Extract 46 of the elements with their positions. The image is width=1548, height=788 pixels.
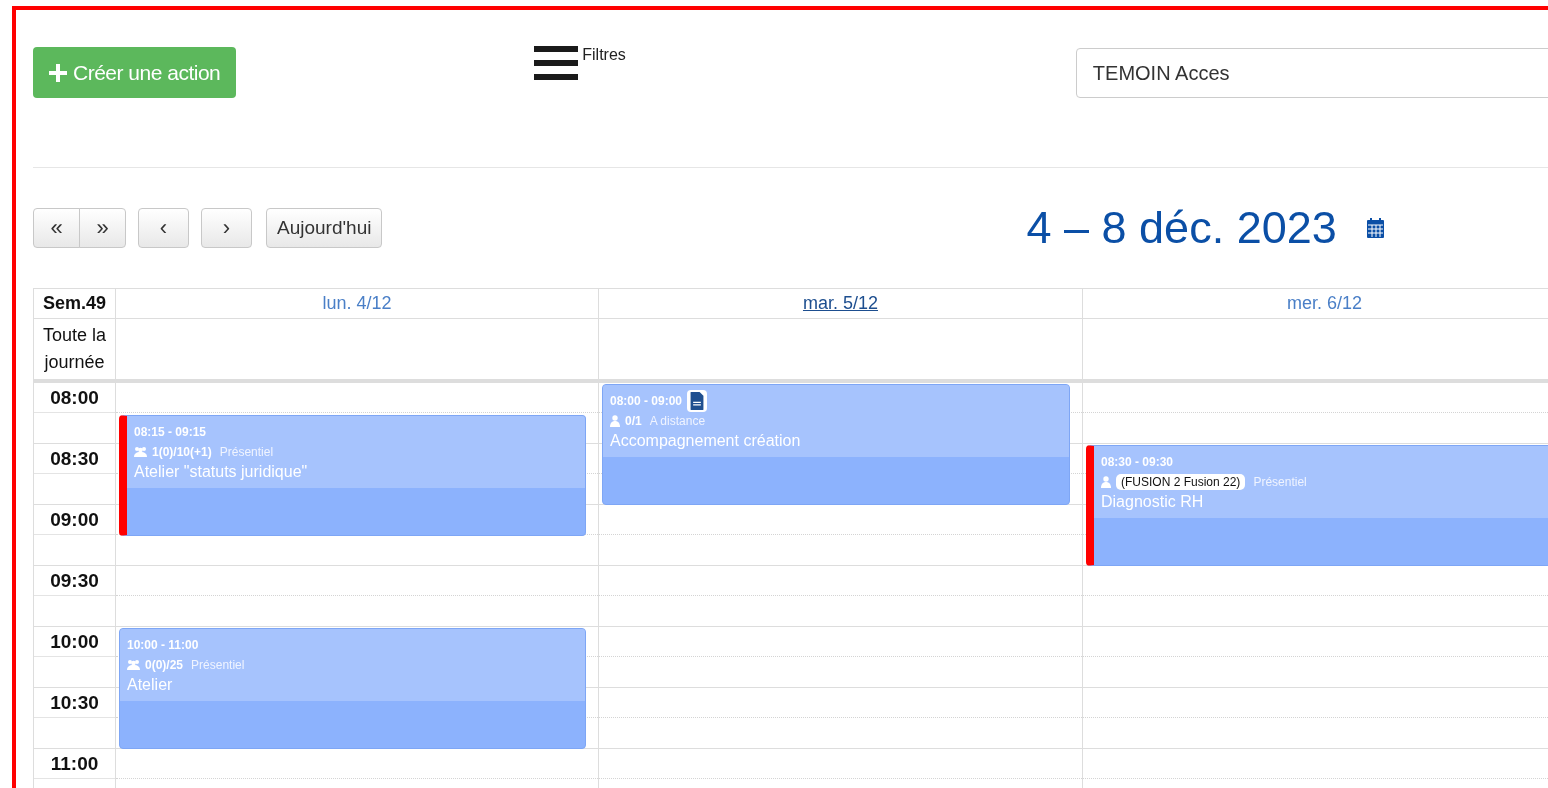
- event-time: 08:00 - 09:00: [610, 394, 683, 408]
- people-icon: [134, 445, 147, 458]
- attendee-count: 1(0)/10(+1): [152, 444, 212, 459]
- plus-icon: [49, 63, 67, 82]
- document-icon[interactable]: [687, 390, 708, 412]
- event-time: 10:00 - 11:00: [127, 638, 199, 652]
- event-time: 08:30 - 09:30: [1101, 455, 1174, 469]
- event-title: Atelier "statuts juridique": [134, 462, 309, 481]
- time-label: 09:00: [50, 509, 99, 532]
- person-icon: [1101, 476, 1111, 488]
- attendee-count: 0(0)/25: [145, 658, 184, 672]
- event-card[interactable]: 08:30 - 09:30 (FUSION 2 Fusion 22) Présentiel Diagnostic RH: [1086, 445, 1548, 566]
- day-header-link[interactable]: lun. 4/12: [322, 293, 392, 314]
- event-mode: Présentiel: [1253, 475, 1307, 489]
- filters-button[interactable]: Filtres: [534, 46, 626, 80]
- all-day-slot[interactable]: [116, 319, 599, 383]
- time-label: 09:30: [50, 570, 99, 593]
- attendee-count: 0/1: [625, 414, 642, 428]
- time-label: 08:00: [50, 387, 99, 410]
- time-label: 10:30: [50, 692, 99, 715]
- event-time: 08:15 - 09:15: [134, 424, 207, 439]
- event-title: Atelier: [127, 676, 174, 694]
- week-number: Sem.49: [42, 293, 106, 314]
- menu-icon: [534, 46, 579, 80]
- time-label: 08:30: [50, 448, 99, 471]
- people-icon: [127, 659, 140, 671]
- day-header-link[interactable]: mar. 5/12: [802, 293, 878, 314]
- time-label: 11:00: [50, 753, 99, 776]
- event-title: Accompagnement création: [610, 432, 802, 450]
- next-button[interactable]: ›: [201, 208, 252, 248]
- previous-fast-button[interactable]: «: [33, 208, 80, 248]
- time-label: 10:00: [50, 631, 99, 654]
- event-mode: Présentiel: [219, 444, 274, 459]
- event-title: Diagnostic RH: [1101, 493, 1205, 511]
- event-mode: A distance: [649, 414, 706, 428]
- person-icon: [610, 415, 620, 427]
- today-button[interactable]: Aujourd'hui: [266, 208, 383, 248]
- next-fast-button[interactable]: »: [79, 208, 126, 248]
- participant-tag: (FUSION 2 Fusion 22): [1116, 474, 1246, 490]
- date-range-title: 4 – 8 déc. 2023: [1026, 202, 1337, 254]
- event-mode: Présentiel: [191, 658, 245, 672]
- all-day-label: Toute la journée: [41, 324, 107, 374]
- search-field[interactable]: TEMOIN Acces: [1075, 48, 1548, 98]
- calendar-icon[interactable]: [1366, 218, 1384, 238]
- day-header-link[interactable]: mer. 6/12: [1286, 293, 1362, 314]
- previous-button[interactable]: ‹: [138, 208, 189, 248]
